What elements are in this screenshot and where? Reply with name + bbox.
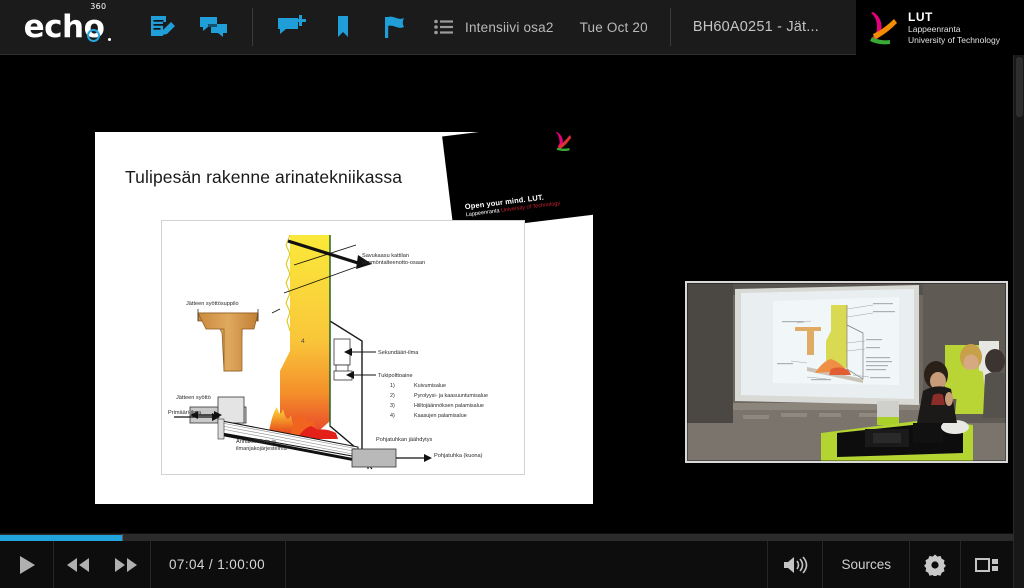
label-bottom-ash: Pohjatuhka (kuona) [434, 453, 483, 459]
legend-num-2: 2) [390, 393, 395, 399]
label-feed-hopper: Jätteen syöttösuppilo [186, 301, 239, 307]
meta-divider [669, 8, 671, 46]
legend-text-3: Hiiltojäännöksen palamisalue [414, 403, 484, 409]
furnace-diagram: 4 Savukaasu kattilan lämmöntalteenotto-o… [161, 220, 525, 475]
media-stage: Open your mind. LUT. Lappeenranta Univer… [0, 55, 1013, 533]
brand-superscript: 360 [90, 1, 107, 11]
label-secondary-air: Sekundääri-ilma [378, 350, 419, 356]
legend-text-2: Pyrolyysi- ja kaasuuntumisalue [414, 393, 488, 399]
zone-number-4: 4 [301, 338, 305, 345]
settings-button[interactable] [910, 541, 960, 588]
time-display: 07:04 / 1:00:00 [169, 557, 266, 572]
session-date: Tue Oct 20 [579, 19, 648, 35]
presentation-slide[interactable]: Open your mind. LUT. Lappeenranta Univer… [95, 132, 593, 504]
label-flue-gas-1: Savukaasu kattilan [362, 253, 409, 259]
brand-dot-icon [108, 37, 112, 41]
legend-text-1: Kuivumisalue [414, 383, 446, 389]
sources-button[interactable]: Sources [823, 541, 909, 588]
lut-mark-icon [866, 9, 900, 47]
echo360-player-window: echo 360 Intensiivi osa2 Tue Oct 20 BH60… [0, 0, 1024, 588]
lut-text-block: LUT Lappeenranta University of Technolog… [908, 10, 1000, 45]
label-flue-gas-2: lämmöntalteenotto-osaan [362, 260, 425, 266]
slide-banner-text: Open your mind. LUT. Lappeenranta Univer… [464, 186, 593, 219]
rewind-button[interactable] [54, 541, 102, 588]
list-icon[interactable] [427, 19, 461, 35]
course-title[interactable]: BH60A0251 - Jät... [693, 19, 819, 35]
slide-corner-banner: Open your mind. LUT. Lappeenranta Univer… [442, 132, 593, 232]
app-header: echo 360 Intensiivi osa2 Tue Oct 20 BH60… [0, 0, 1024, 55]
brand-text: echo 360 [24, 2, 112, 43]
player-controls: 07:04 / 1:00:00 Sources [0, 541, 1013, 588]
notes-icon[interactable] [136, 0, 188, 55]
header-toolbar [128, 0, 421, 55]
controls-spacer [286, 541, 767, 588]
forward-button[interactable] [102, 541, 150, 588]
slide-lut-mark-icon [552, 132, 575, 155]
bookmark-icon[interactable] [317, 0, 369, 55]
label-grate-1: Arinakoneisto ja [236, 439, 277, 445]
lecture-room-video[interactable] [685, 281, 1008, 463]
legend-num-4: 4) [390, 413, 395, 419]
session-title[interactable]: Intensiivi osa2 [465, 20, 554, 35]
lut-city: Lappeenranta [908, 24, 961, 35]
label-ash-cooling: Pohjatuhkan jäähdytys [376, 437, 432, 443]
lut-name: University of Technology [908, 34, 1000, 45]
add-comment-icon[interactable] [265, 0, 317, 55]
volume-button[interactable] [768, 541, 822, 588]
legend-num-3: 3) [390, 403, 395, 409]
legend-text-4: Kaasujen palamisalue [414, 413, 467, 419]
echo360-logo[interactable]: echo 360 [0, 0, 128, 55]
playback-progress-bar[interactable] [0, 533, 1013, 542]
legend-num-1: 1) [390, 383, 395, 389]
lut-abbr: LUT [908, 9, 933, 24]
label-primary-air: Primääri-ilma [168, 410, 202, 416]
label-grate-2: ilmanjakojärjestelmä [236, 446, 288, 452]
vertical-scrollbar[interactable] [1013, 55, 1024, 588]
scrollbar-thumb[interactable] [1016, 57, 1023, 117]
brand-ring-icon [87, 28, 101, 42]
toolbar-divider [252, 8, 253, 46]
discussions-icon[interactable] [188, 0, 240, 55]
label-feed-in: Jätteen syöttö [176, 395, 211, 401]
label-support-fuel: Tukipolttoaine [378, 373, 413, 379]
flag-icon[interactable] [369, 0, 421, 55]
slide-title: Tulipesän rakenne arinatekniikassa [125, 167, 403, 187]
play-button[interactable] [0, 541, 53, 588]
layout-button[interactable] [961, 541, 1013, 588]
lut-university-logo: LUT Lappeenranta University of Technolog… [856, 0, 1024, 55]
